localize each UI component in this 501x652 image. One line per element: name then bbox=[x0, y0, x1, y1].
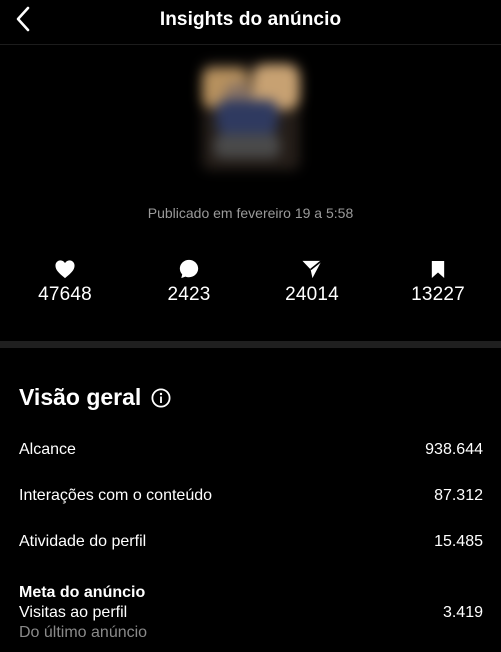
stat-shares: 24014 bbox=[257, 258, 367, 306]
overview-heading: Visão geral bbox=[19, 384, 171, 411]
overview-title: Visão geral bbox=[19, 384, 142, 410]
ad-goal-row: Visitas ao perfil 3.419 bbox=[19, 604, 483, 624]
shares-count: 24014 bbox=[285, 284, 339, 305]
stat-likes: 47648 bbox=[10, 258, 120, 306]
ad-thumbnail[interactable] bbox=[202, 62, 300, 170]
engagement-stats: 47648 2423 24014 13227 bbox=[0, 258, 501, 310]
ad-goal-value: 3.419 bbox=[442, 604, 483, 621]
page-title: Insights do anúncio bbox=[159, 9, 342, 30]
header-bar: Insights do anúncio bbox=[0, 0, 501, 45]
metric-row-profile-activity[interactable]: Atividade do perfil 15.485 bbox=[19, 533, 483, 551]
bookmark-icon bbox=[431, 260, 445, 278]
ad-goal-subtitle: Do último anúncio bbox=[19, 624, 148, 641]
ad-goal-block[interactable]: Meta do anúncio Visitas ao perfil 3.419 … bbox=[19, 584, 483, 644]
comment-icon bbox=[179, 259, 199, 279]
saves-count: 13227 bbox=[411, 284, 465, 305]
ad-goal-title: Meta do anúncio bbox=[19, 584, 146, 601]
ad-goal-label: Visitas ao perfil bbox=[19, 604, 128, 621]
metric-value: 938.644 bbox=[425, 441, 483, 458]
metric-label: Interações com o conteúdo bbox=[19, 487, 213, 504]
stat-comments: 2423 bbox=[134, 258, 244, 306]
metric-row-interactions[interactable]: Interações com o conteúdo 87.312 bbox=[19, 487, 483, 505]
published-date: Publicado em fevereiro 19 a 5:58 bbox=[147, 205, 354, 221]
metric-row-reach[interactable]: Alcance 938.644 bbox=[19, 441, 483, 459]
metric-value: 15.485 bbox=[434, 533, 483, 550]
comments-count: 2423 bbox=[167, 284, 211, 305]
info-icon[interactable] bbox=[151, 387, 171, 408]
likes-count: 47648 bbox=[38, 284, 92, 305]
metric-value: 87.312 bbox=[434, 487, 483, 504]
send-icon bbox=[302, 260, 323, 279]
metric-label: Atividade do perfil bbox=[19, 533, 147, 550]
metric-label: Alcance bbox=[19, 441, 76, 458]
stat-saves: 13227 bbox=[383, 258, 493, 306]
heart-icon bbox=[55, 260, 75, 279]
section-divider bbox=[0, 341, 501, 348]
